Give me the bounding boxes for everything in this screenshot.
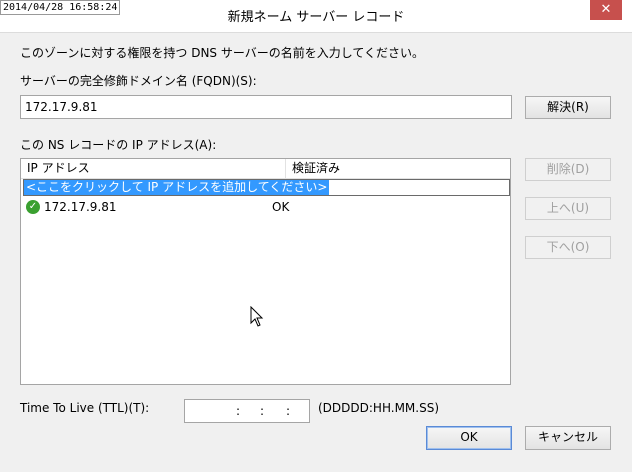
- list-item-verified: OK: [272, 200, 290, 214]
- list-item[interactable]: ✓ 172.17.9.81 OK: [23, 198, 510, 216]
- move-up-button[interactable]: 上へ(U): [525, 197, 611, 220]
- cancel-button[interactable]: キャンセル: [525, 426, 611, 450]
- column-header-ip[interactable]: IP アドレス: [21, 159, 285, 178]
- ip-list-label: この NS レコードの IP アドレス(A):: [20, 138, 217, 152]
- add-ip-placeholder[interactable]: <ここをクリックして IP アドレスを追加してください>: [24, 180, 330, 195]
- ttl-format-hint: (DDDDD:HH.MM.SS): [318, 401, 440, 415]
- fqdn-label: サーバーの完全修飾ドメイン名 (FQDN)(S):: [20, 74, 257, 88]
- window-title: 新規ネーム サーバー レコード: [227, 10, 405, 25]
- list-header: IP アドレス 検証済み: [21, 159, 510, 179]
- close-icon: ✕: [600, 2, 612, 17]
- delete-button[interactable]: 削除(D): [525, 158, 611, 181]
- check-circle-icon: ✓: [26, 200, 40, 214]
- ttl-separator: :: [260, 404, 265, 418]
- move-down-button[interactable]: 下へ(O): [525, 236, 611, 259]
- ttl-separator: :: [236, 404, 241, 418]
- mouse-cursor-icon: [250, 306, 264, 327]
- ip-address-list[interactable]: IP アドレス 検証済み <ここをクリックして IP アドレスを追加してください…: [20, 158, 511, 385]
- fqdn-input[interactable]: 172.17.9.81: [20, 95, 512, 119]
- ok-button[interactable]: OK: [426, 426, 512, 450]
- column-header-verified[interactable]: 検証済み: [286, 159, 510, 178]
- resolve-button[interactable]: 解決(R): [525, 96, 611, 119]
- ttl-separator: :: [286, 404, 291, 418]
- list-item-ip: 172.17.9.81: [44, 200, 117, 214]
- ttl-input[interactable]: : : :: [184, 399, 310, 423]
- close-button[interactable]: ✕: [590, 0, 622, 20]
- add-ip-row[interactable]: <ここをクリックして IP アドレスを追加してください>: [23, 179, 510, 196]
- instructions-text: このゾーンに対する権限を持つ DNS サーバーの名前を入力してください。: [20, 46, 425, 60]
- ttl-label: Time To Live (TTL)(T):: [20, 401, 150, 415]
